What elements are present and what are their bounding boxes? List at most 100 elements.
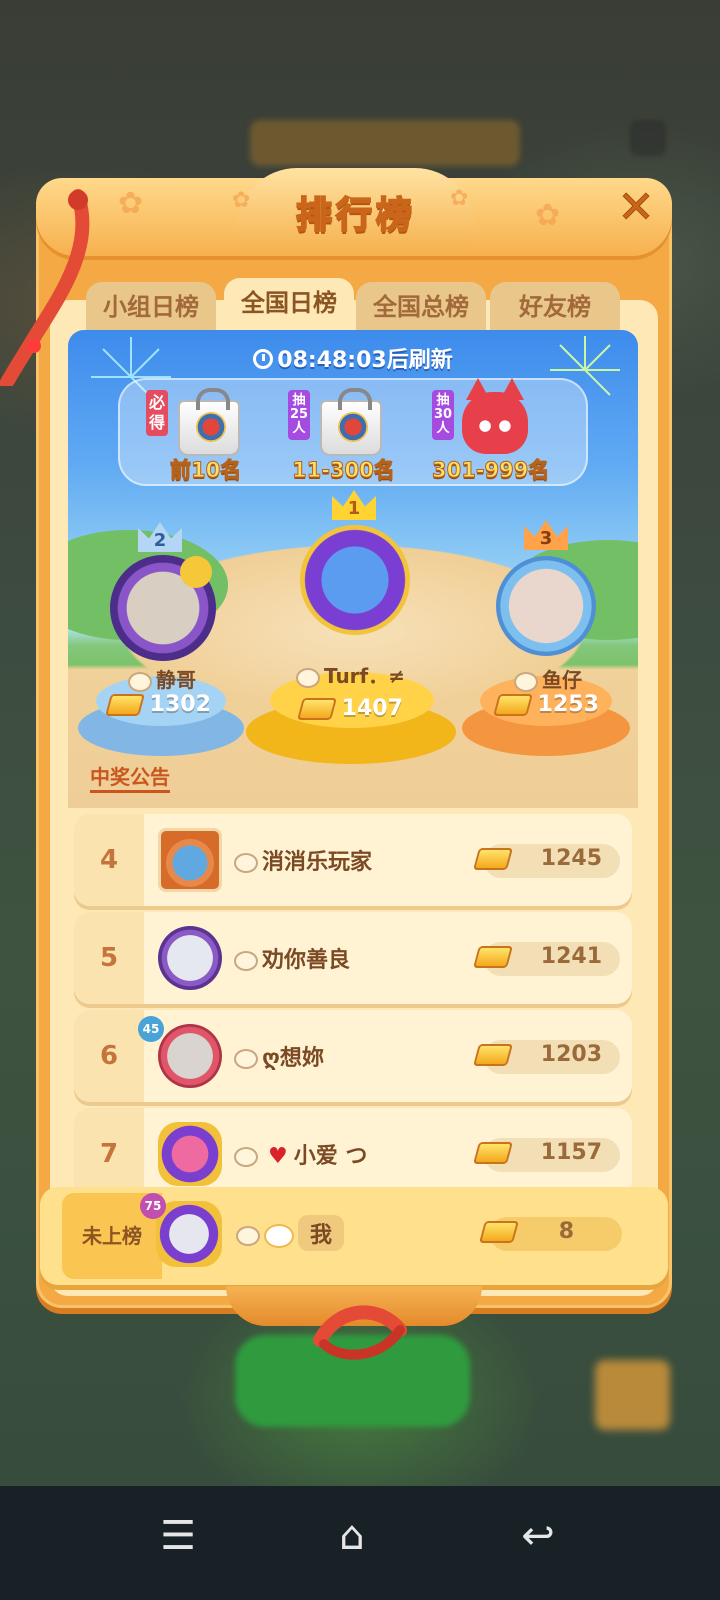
rank-number: 5 xyxy=(74,912,144,1004)
bunny-icon xyxy=(234,1049,258,1069)
player-name: 我 xyxy=(236,1215,345,1251)
player-name: 劝你善良 xyxy=(234,942,350,974)
player-name-text: 小爱 つ xyxy=(293,1144,368,1169)
rank-number: 2 xyxy=(153,530,167,551)
tab-group-daily[interactable]: 小组日榜 xyxy=(86,282,216,334)
podium-score-value: 1302 xyxy=(149,692,211,717)
score-value: 1157 xyxy=(540,1140,602,1165)
score-pill: 1203 xyxy=(473,1040,620,1074)
ribbon-knot-icon xyxy=(313,1305,407,1360)
tab-national-daily[interactable]: 全国日榜 xyxy=(224,278,354,334)
score-value: 1203 xyxy=(540,1042,602,1067)
rank-number: 6 xyxy=(74,1010,144,1102)
podium-score: 1407 xyxy=(297,696,403,721)
score-pill: 1241 xyxy=(473,942,620,976)
refresh-time: 08:48:03 xyxy=(277,348,387,373)
avatar[interactable] xyxy=(298,520,412,640)
gift-bag-icon xyxy=(178,388,240,456)
home-icon[interactable]: ⌂ xyxy=(322,1506,382,1566)
list-item[interactable]: 6 45 ღ想妳 1203 xyxy=(74,1010,632,1102)
rank-number: 4 xyxy=(74,814,144,906)
rank-number: 3 xyxy=(539,528,553,549)
score-value: 1241 xyxy=(540,944,602,969)
podium-name-text: 静哥 xyxy=(156,668,196,692)
reward-tag: 抽30人 xyxy=(432,390,454,440)
avatar[interactable] xyxy=(158,1122,222,1186)
podium-name: 鱼仔 xyxy=(514,664,582,693)
gold-bar-icon xyxy=(479,1221,519,1243)
reward-tag: 必得 xyxy=(146,390,168,436)
gold-bar-icon xyxy=(473,946,513,968)
podium-name: 静哥 xyxy=(128,664,196,693)
list-item[interactable]: 4 消消乐玩家 1245 xyxy=(74,814,632,906)
podium-score-value: 1407 xyxy=(341,696,403,721)
tab-friends[interactable]: 好友榜 xyxy=(490,282,620,334)
bunny-icon xyxy=(296,667,320,688)
self-name: 我 xyxy=(298,1215,345,1251)
bunny-avatar-icon xyxy=(264,1224,294,1248)
reward-label: 301-999名 xyxy=(431,458,550,483)
player-name: 消消乐玩家 xyxy=(234,844,372,876)
score-pill: 8 xyxy=(479,1217,622,1251)
podium-name-text: 鱼仔 xyxy=(542,668,582,692)
page-title: 排行榜 xyxy=(295,194,416,237)
refresh-suffix: 后刷新 xyxy=(386,348,453,373)
reward-label: 11-300名 xyxy=(292,458,396,483)
tab-national-total[interactable]: 全国总榜 xyxy=(356,282,486,334)
gold-bar-icon xyxy=(473,848,513,870)
podium-score: 1302 xyxy=(105,692,211,717)
heart-icon: ♥ xyxy=(268,1144,288,1169)
podium-name-text: Turf．≠ xyxy=(324,664,406,688)
avatar[interactable] xyxy=(156,1201,222,1267)
score-pill: 1157 xyxy=(473,1138,620,1172)
avatar[interactable] xyxy=(496,556,596,656)
bg-chest-blur xyxy=(595,1360,670,1430)
level-badge: 45 xyxy=(138,1016,164,1042)
player-name-text: ღ想妳 xyxy=(262,1046,324,1071)
level-badge: 75 xyxy=(140,1193,166,1219)
player-name: ღ想妳 xyxy=(234,1040,324,1072)
clock-icon xyxy=(253,349,274,369)
refresh-timer: 08:48:03后刷新 xyxy=(68,342,638,374)
bunny-icon xyxy=(234,1147,258,1167)
back-icon[interactable]: ↩ xyxy=(508,1506,568,1566)
list-item[interactable]: 5 劝你善良 1241 xyxy=(74,912,632,1004)
player-name-text: 消消乐玩家 xyxy=(262,850,373,875)
system-nav-bar: ☰ ⌂ ↩ xyxy=(0,1486,720,1600)
bunny-icon xyxy=(234,951,258,971)
bg-close-blur xyxy=(630,120,666,156)
self-rank-row[interactable]: 未上榜 75 我 8 xyxy=(40,1187,668,1285)
rank-number: 1 xyxy=(347,498,361,519)
bunny-icon xyxy=(236,1226,260,1246)
score-value: 8 xyxy=(558,1219,574,1244)
bunny-icon xyxy=(514,671,538,692)
avatar[interactable] xyxy=(158,1024,222,1088)
badge-icon xyxy=(180,556,212,588)
reward-tag: 抽25人 xyxy=(288,390,310,440)
gold-bar-icon xyxy=(473,1142,513,1164)
winner-notice-link[interactable]: 中奖公告 xyxy=(90,764,170,793)
avatar[interactable] xyxy=(158,828,222,892)
close-button[interactable]: ✕ xyxy=(614,185,658,230)
gold-bar-icon xyxy=(493,694,533,716)
ribbon-decoration xyxy=(0,189,90,386)
gold-bar-icon xyxy=(297,698,337,720)
gift-bag-icon xyxy=(320,388,382,456)
flower-icon: ✿ xyxy=(535,198,561,233)
bunny-icon xyxy=(234,853,258,873)
avatar[interactable] xyxy=(158,926,222,990)
fox-plush-icon xyxy=(462,378,528,454)
bunny-icon xyxy=(128,671,152,692)
podium-score-value: 1253 xyxy=(537,692,599,717)
gold-bar-icon xyxy=(473,1044,513,1066)
menu-icon[interactable]: ☰ xyxy=(148,1506,208,1566)
player-name-text: 劝你善良 xyxy=(262,948,351,973)
gold-bar-icon xyxy=(105,694,145,716)
score-pill: 1245 xyxy=(473,844,620,878)
player-name: ♥ 小爱 つ xyxy=(234,1138,367,1170)
podium-score: 1253 xyxy=(493,692,599,717)
reward-label: 前10名 xyxy=(169,458,242,483)
flower-icon: ✿ xyxy=(118,186,144,221)
podium-name: Turf．≠ xyxy=(296,660,405,689)
score-value: 1245 xyxy=(540,846,602,871)
